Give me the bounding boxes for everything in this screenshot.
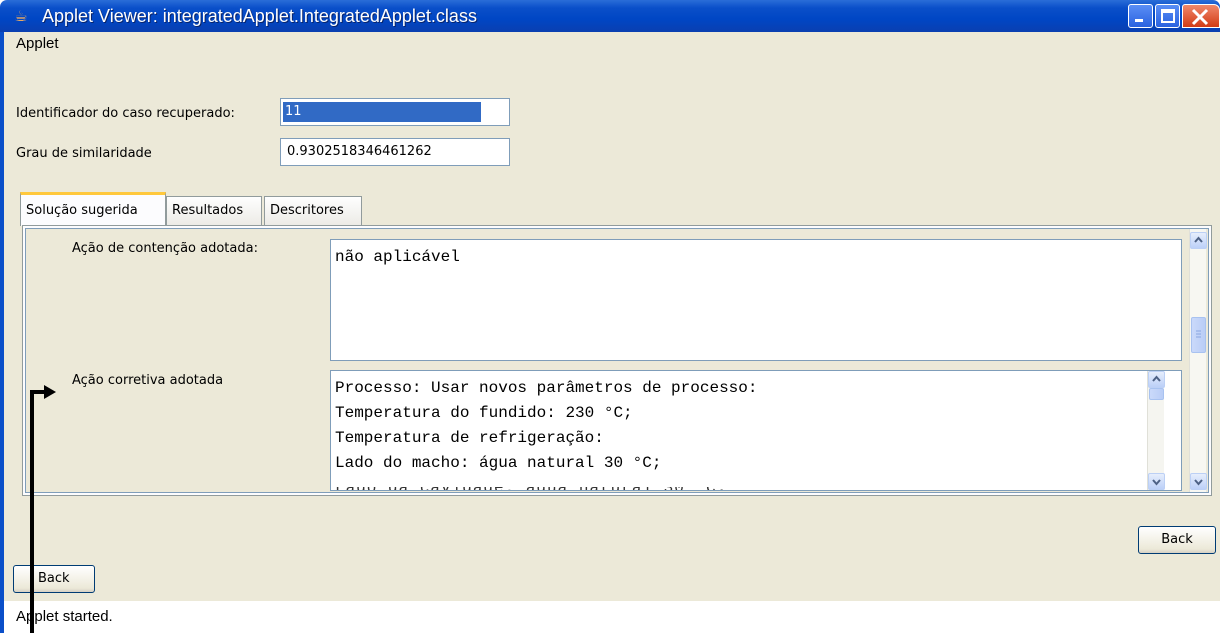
applet-viewer-window: ☕ Applet Viewer: integratedApplet.Integr… [0, 0, 1220, 633]
annotation-arrow-icon [30, 385, 56, 633]
